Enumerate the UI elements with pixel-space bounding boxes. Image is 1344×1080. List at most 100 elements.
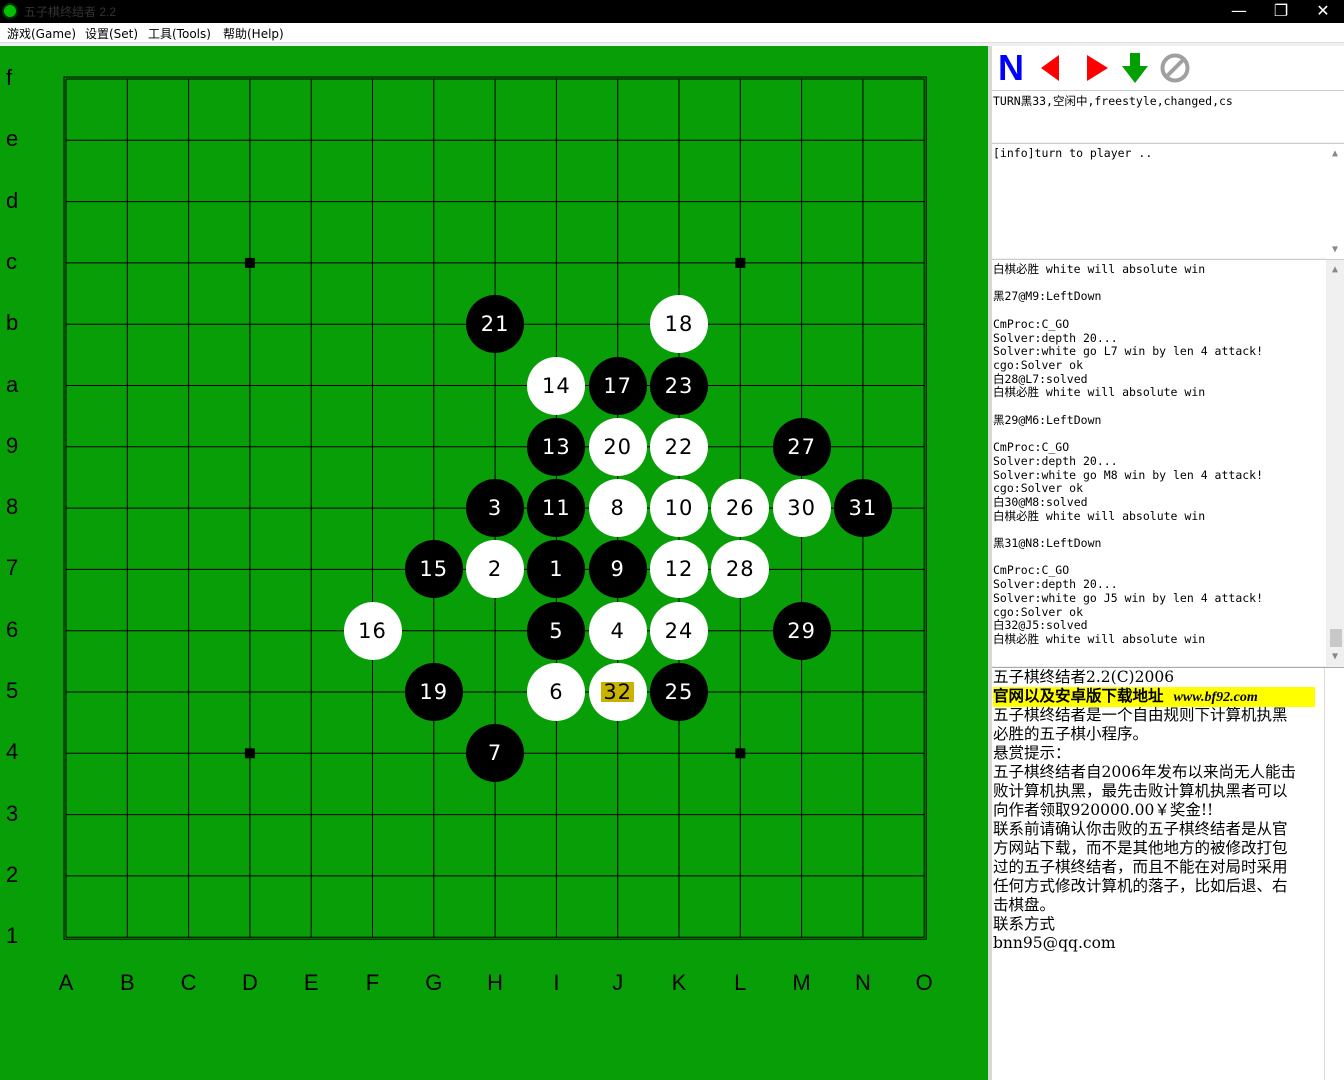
black-stone: 13 <box>527 417 586 476</box>
row-label: 8 <box>6 494 19 520</box>
log-line: 黑27@M9:LeftDown <box>993 289 1102 304</box>
app-icon <box>2 3 18 19</box>
stop-button[interactable] <box>1158 50 1192 86</box>
game-board[interactable]: fedcba987654321ABCDEFGHIJKLMNO1234567891… <box>0 46 988 1080</box>
about-line: 击棋盘。 <box>993 896 1056 914</box>
row-label: 6 <box>6 616 19 642</box>
solve-button[interactable] <box>1118 50 1152 86</box>
row-label: 9 <box>6 432 19 458</box>
about-line: 联系方式 <box>993 915 1056 933</box>
white-stone: 4 <box>588 601 647 660</box>
log-line: CmProc:C_GO <box>993 316 1070 331</box>
row-label: c <box>6 248 17 274</box>
scroll-thumb[interactable] <box>1330 629 1342 647</box>
black-stone: 31 <box>833 479 892 538</box>
close-button[interactable]: ✕ <box>1302 0 1344 23</box>
log-line: 白棋必胜 white will absolute win <box>993 262 1206 276</box>
minimize-button[interactable]: — <box>1218 0 1260 23</box>
log-line: CmProc:C_GO <box>993 440 1070 455</box>
row-label: e <box>6 126 19 152</box>
info-panel[interactable]: [info]turn to player .. ▲ ▼ <box>992 143 1344 259</box>
black-stone: 25 <box>650 663 708 721</box>
black-stone: 23 <box>650 356 708 415</box>
about-line: 方网站下载，而不是其他地方的被修改打包 <box>993 839 1288 857</box>
log-line: 白30@M8:solved <box>993 494 1088 509</box>
back-button[interactable] <box>1032 50 1066 86</box>
log-line: 白棋必胜 white will absolute win <box>993 508 1206 523</box>
white-stone: 18 <box>650 295 708 354</box>
download-url[interactable]: www.bf92.com <box>1174 690 1258 705</box>
log-line: 白32@J5:solved <box>993 618 1088 633</box>
row-label: 2 <box>6 861 19 887</box>
row-label: 5 <box>6 678 19 703</box>
black-stone: 19 <box>404 663 463 721</box>
column-label: G <box>425 970 443 995</box>
menu-set[interactable]: 设置(Set) <box>85 25 138 42</box>
forward-button[interactable] <box>1080 50 1114 86</box>
window-title: 五子棋终结者 2.2 <box>24 5 117 19</box>
column-label: H <box>487 970 504 995</box>
forward-arrow-icon <box>1087 55 1108 81</box>
title-bar: 五子棋终结者 2.2 — ❐ ✕ <box>0 0 1344 23</box>
column-label: J <box>612 970 624 995</box>
black-stone: 3 <box>466 479 525 538</box>
log-line: Solver:depth 20... <box>993 330 1118 345</box>
log-line: 黑29@M6:LeftDown <box>993 412 1102 427</box>
menu-game[interactable]: 游戏(Game) <box>7 25 76 42</box>
back-arrow-icon <box>1041 55 1059 81</box>
black-stone: 17 <box>588 356 647 415</box>
column-label: K <box>671 970 687 995</box>
row-label: a <box>6 371 19 397</box>
about-scrollbar[interactable] <box>1324 668 1344 1080</box>
column-label: D <box>241 970 258 995</box>
star-point <box>735 748 746 759</box>
about-line: 必胜的五子棋小程序。 <box>993 725 1149 743</box>
white-stone: 30 <box>772 479 831 538</box>
about-title: 五子棋终结者2.2(C)2006 <box>993 668 1175 686</box>
column-label: O <box>915 970 933 995</box>
white-stone: 20 <box>588 417 647 476</box>
column-label: C <box>180 970 197 995</box>
row-label: 3 <box>6 800 19 826</box>
down-arrow-icon <box>1122 53 1148 83</box>
status-panel: TURN黑33,空闲中,freestyle,changed,cs <box>992 90 1344 142</box>
stop-icon <box>1160 53 1190 83</box>
about-panel[interactable]: 五子棋终结者2.2(C)2006 官网以及安卓版下载地址 www.bf92.com… <box>992 667 1344 1080</box>
scroll-up-icon[interactable]: ▲ <box>1326 146 1344 162</box>
white-stone: 24 <box>650 601 708 660</box>
scroll-up-icon[interactable]: ▲ <box>1326 262 1344 278</box>
log-line: 白28@L7:solved <box>993 371 1088 386</box>
menu-bar: 游戏(Game) 设置(Set) 工具(Tools) 帮助(Help) <box>0 23 1344 43</box>
row-label: b <box>6 310 19 336</box>
about-line: 过的五子棋终结者，而且不能在对局时采用 <box>993 858 1288 876</box>
maximize-button[interactable]: ❐ <box>1260 0 1302 23</box>
log-line: Solver:depth 20... <box>993 453 1118 468</box>
white-stone: 26 <box>711 479 770 538</box>
new-game-button[interactable]: N <box>994 50 1028 86</box>
log-line: cgo:Solver ok <box>993 481 1084 496</box>
black-stone: 29 <box>772 601 831 660</box>
log-scrollbar[interactable]: ▲ ▼ <box>1326 260 1344 666</box>
scroll-down-icon[interactable]: ▼ <box>1326 242 1344 258</box>
new-game-label: N <box>998 47 1024 88</box>
log-line: Solver:white go L7 win by len 4 attack! <box>993 344 1264 359</box>
download-banner[interactable]: 官网以及安卓版下载地址 www.bf92.com <box>993 687 1315 707</box>
black-stone: 9 <box>588 540 647 599</box>
about-line: bnn95@qq.com <box>993 934 1116 952</box>
column-label: I <box>553 970 560 995</box>
log-line: cgo:Solver ok <box>993 357 1084 372</box>
log-panel[interactable]: ▲ ▼ 白棋必胜 white will absolute win 黑27@M9:L… <box>992 259 1344 666</box>
status-text: TURN黑33,空闲中,freestyle,changed,cs <box>993 94 1233 108</box>
row-label: 4 <box>6 739 19 765</box>
white-stone: 32 <box>588 663 647 721</box>
menu-tools[interactable]: 工具(Tools) <box>148 25 211 42</box>
about-line: 败计算机执黑，最先击败计算机执黑者可以 <box>993 782 1288 800</box>
white-stone: 16 <box>343 601 402 660</box>
download-label: 官网以及安卓版下载地址 <box>993 687 1164 705</box>
scroll-down-icon[interactable]: ▼ <box>1326 649 1344 665</box>
toolbar: N <box>992 46 1344 90</box>
black-stone: 7 <box>466 724 525 783</box>
info-scrollbar[interactable]: ▲ ▼ <box>1326 144 1344 259</box>
menu-help[interactable]: 帮助(Help) <box>223 25 284 42</box>
log-line: 白棋必胜 white will absolute win <box>993 385 1206 400</box>
